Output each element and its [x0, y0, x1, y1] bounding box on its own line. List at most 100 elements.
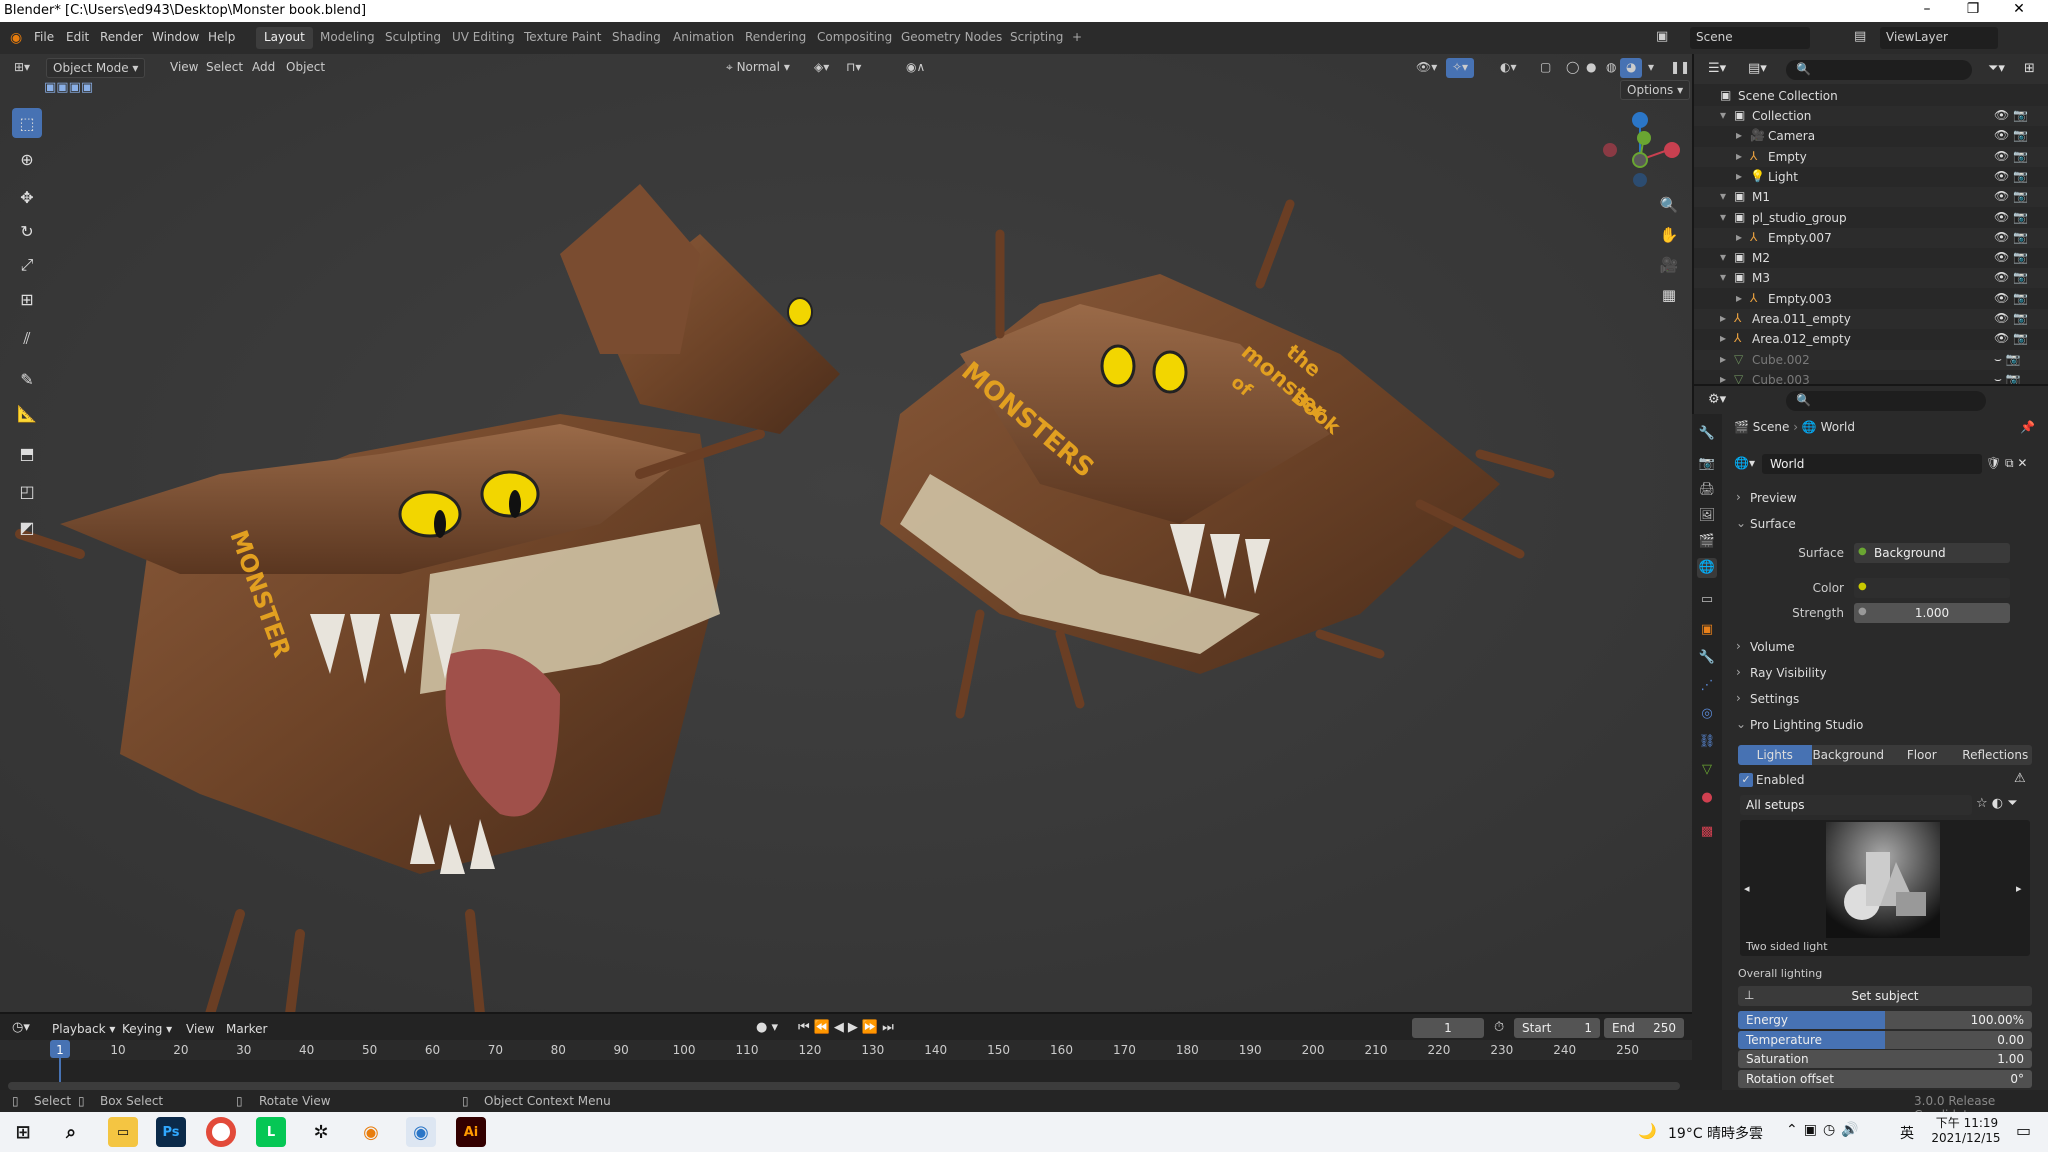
search-icon[interactable]: ⌕ [56, 1117, 86, 1147]
disclosure-triangle-icon[interactable]: ▸ [1736, 128, 1742, 142]
scale-tool-icon[interactable]: ⤢ [12, 250, 42, 280]
lighting-slider[interactable]: Saturation 1.00 [1738, 1050, 2032, 1068]
select-box-tool-icon[interactable]: ⬚ [12, 108, 42, 138]
outliner-row[interactable]: ▾ ▣ M1 👁 📷 [1694, 187, 2048, 208]
outliner-editor-icon[interactable]: ☰▾ [1708, 61, 1726, 76]
preview-next-icon[interactable]: ▸ [2016, 882, 2022, 895]
visibility-toggle-icon[interactable]: 👁 📷 [1994, 128, 2028, 142]
pls-tab-floor[interactable]: Floor [1885, 745, 1959, 765]
tray-icons[interactable]: ⌃▣◷🔊 [1786, 1122, 1865, 1138]
disclosure-triangle-icon[interactable]: ▾ [1720, 210, 1726, 224]
snap-icon[interactable]: ⊓▾ [840, 58, 867, 78]
world-tab-icon[interactable]: 🌐 [1697, 558, 1717, 578]
outliner-row[interactable]: ▸ ⅄ Area.011_empty 👁 📷 [1694, 309, 2048, 329]
workspace-tab-modeling[interactable]: Modeling [312, 27, 383, 49]
material-tab-icon[interactable]: ● [1697, 788, 1717, 808]
new-collection-icon[interactable]: ⊞ [2024, 61, 2035, 76]
weather-text[interactable]: 19°C 晴時多雲 [1668, 1123, 1763, 1143]
menu-object[interactable]: Object [280, 58, 331, 78]
visibility-toggle-icon[interactable]: 👁 📷 [1994, 230, 2028, 244]
menu-select[interactable]: Select [200, 58, 249, 78]
visibility-toggle-icon[interactable]: 👁 📷 [1994, 108, 2028, 122]
setups-dropdown[interactable]: All setups [1740, 795, 1972, 815]
visibility-toggle-icon[interactable]: 👁 📷 [1994, 169, 2028, 183]
chrome-icon[interactable] [206, 1117, 236, 1147]
collection-tab-icon[interactable]: ▭ [1697, 590, 1717, 610]
world-type-icon[interactable]: 🌐▾ [1734, 456, 1755, 470]
menu-help[interactable]: Help [208, 30, 235, 44]
menu-add[interactable]: Add [246, 58, 281, 78]
enabled-checkbox[interactable]: ✓ [1739, 773, 1753, 787]
move-tool-icon[interactable]: ✥ [12, 182, 42, 212]
visibility-toggle-icon[interactable]: ⌣ 📷 [1994, 352, 2021, 367]
visibility-toggle-icon[interactable]: 👁 📷 [1994, 149, 2028, 163]
visibility-toggle-icon[interactable]: 👁 📷 [1994, 270, 2028, 284]
outliner-row[interactable]: ▸ ⅄ Empty.007 👁 📷 [1694, 227, 2048, 248]
start-frame-field[interactable]: Start 1 [1514, 1018, 1600, 1038]
outliner-row-scene-collection[interactable]: ▣ Scene Collection [1694, 86, 2048, 106]
data-tab-icon[interactable]: ▽ [1697, 760, 1717, 780]
disclosure-triangle-icon[interactable]: ▸ [1720, 311, 1726, 325]
menu-view[interactable]: View [164, 58, 204, 78]
measure-tool-icon[interactable]: 📐 [12, 398, 42, 428]
transform-tool-icon[interactable]: ⊞ [12, 284, 42, 314]
warning-icon[interactable]: ⚠ [2014, 771, 2026, 786]
section-ray-visibility[interactable]: › Ray Visibility [1736, 662, 2040, 684]
blender-logo-icon[interactable]: ◉ [10, 30, 22, 46]
draw-tool-icon[interactable]: ✎ [12, 364, 42, 394]
loop-cut-tool-icon[interactable]: ◩ [12, 512, 42, 542]
strength-field[interactable]: 1.000 [1854, 603, 2010, 623]
playback-controls[interactable]: ⏮⏪◀▶⏩⏭ [798, 1020, 898, 1035]
disclosure-triangle-icon[interactable]: ▾ [1720, 250, 1726, 264]
menu-marker[interactable]: Marker [226, 1022, 267, 1036]
workspace-tab-sculpting[interactable]: Sculpting [377, 27, 449, 49]
section-pro-lighting-studio[interactable]: ⌄ Pro Lighting Studio [1736, 714, 2040, 736]
pls-tab-lights[interactable]: Lights [1738, 745, 1812, 765]
outliner-row[interactable]: ▸ ⅄ Empty.003 👁 📷 [1694, 289, 2048, 309]
modifier-tab-icon[interactable]: 🔧 [1697, 648, 1717, 668]
blender-icon[interactable]: ◉ [356, 1117, 386, 1147]
windows-start-icon[interactable]: ⊞ [8, 1117, 38, 1147]
shading-rendered-icon[interactable]: ◕ [1620, 58, 1643, 78]
disclosure-triangle-icon[interactable]: ▸ [1736, 291, 1742, 305]
menu-render[interactable]: Render [100, 30, 143, 44]
pls-tab-background[interactable]: Background [1811, 745, 1885, 765]
illustrator-icon[interactable]: Ai [456, 1117, 486, 1147]
record-icon[interactable]: ● ▾ [756, 1020, 778, 1035]
texture-tab-icon[interactable]: ▩ [1697, 822, 1717, 842]
current-frame-field[interactable]: 1 [1412, 1018, 1484, 1038]
scene-selector[interactable]: Scene [1690, 27, 1810, 49]
disclosure-triangle-icon[interactable]: ▸ [1720, 331, 1726, 345]
minimize-button[interactable]: – [1904, 1, 1950, 21]
disclosure-triangle-icon[interactable]: ▾ [1720, 270, 1726, 284]
disclosure-triangle-icon[interactable]: ▾ [1720, 108, 1726, 122]
section-surface[interactable]: ⌄ Surface [1736, 513, 2040, 535]
clock-date[interactable]: 2021/12/15 [1924, 1131, 2008, 1145]
shading-options-icon[interactable]: ▾ [1642, 58, 1660, 78]
options-dropdown[interactable]: Options ▾ [1620, 80, 1691, 100]
gizmo-toggle-icon[interactable]: ✧▾ [1446, 58, 1475, 78]
notification-icon[interactable]: ▭ [2016, 1121, 2031, 1140]
menu-timeline-view[interactable]: View [186, 1022, 214, 1036]
outliner-row[interactable]: ▸ ⅄ Area.012_empty 👁 📷 [1694, 329, 2048, 349]
disclosure-triangle-icon[interactable]: ▾ [1720, 189, 1726, 203]
setup-action-icons[interactable]: ☆ ◐ ⏷ [1976, 796, 2018, 811]
view-layer-tab-icon[interactable]: 🖼 [1697, 506, 1717, 526]
preview-prev-icon[interactable]: ◂ [1744, 882, 1750, 895]
3d-viewport[interactable]: MONSTER MONSTERS monster the Book of [0, 54, 1692, 1019]
visibility-toggle-icon[interactable]: 👁 📷 [1994, 189, 2028, 203]
section-settings[interactable]: › Settings [1736, 688, 2040, 710]
workspace-tab-animation[interactable]: Animation [665, 27, 742, 49]
proportional-edit-icon[interactable]: ◉∧ [900, 58, 931, 78]
editor-type-icon[interactable]: ⊞▾ [8, 58, 36, 78]
annotate-tool-icon[interactable]: ⫽ [12, 324, 42, 354]
disclosure-triangle-icon[interactable]: ▸ [1720, 352, 1726, 366]
visibility-toggle-icon[interactable]: 👁 📷 [1994, 311, 2028, 325]
menu-keying[interactable]: Keying ▾ [122, 1022, 172, 1036]
ime-indicator[interactable]: 英 [1900, 1123, 1914, 1143]
view-layer-selector[interactable]: ViewLayer [1880, 27, 1998, 49]
color-field[interactable] [1854, 578, 2010, 598]
rotate-tool-icon[interactable]: ↻ [12, 216, 42, 246]
object-tab-icon[interactable]: ▣ [1697, 620, 1717, 640]
menu-window[interactable]: Window [152, 30, 199, 44]
